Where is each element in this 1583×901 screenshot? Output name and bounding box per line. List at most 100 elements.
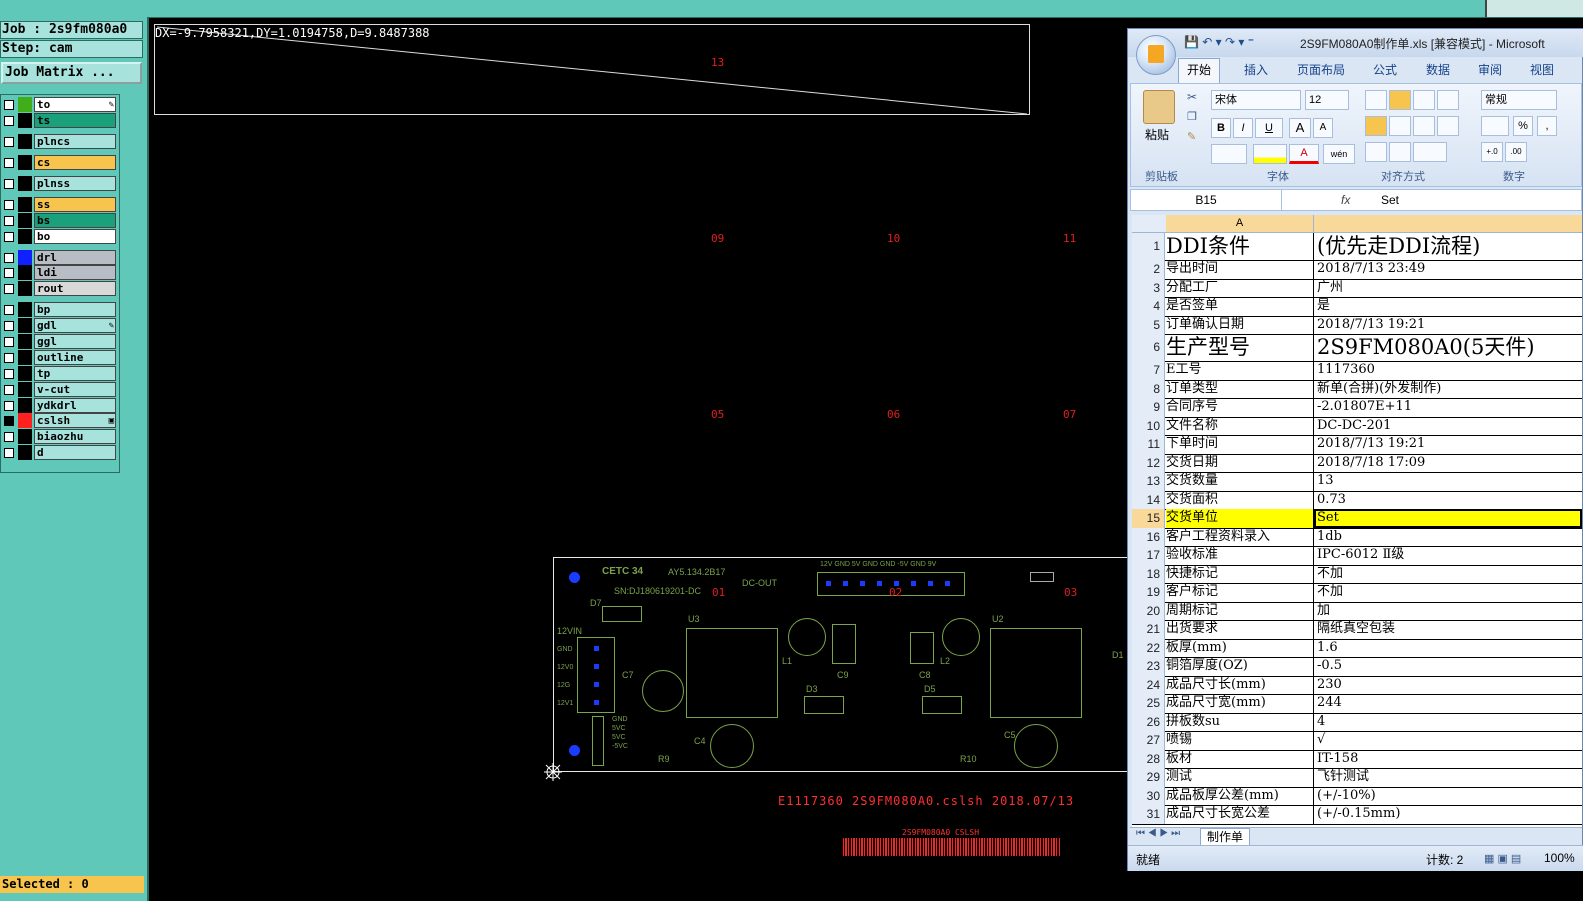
table-row[interactable]: 4 是否签单是 xyxy=(1132,297,1582,317)
tab-formulas[interactable]: 公式 xyxy=(1373,61,1397,78)
layer-name[interactable]: gdl ✎ xyxy=(34,318,116,333)
fill-color-button[interactable] xyxy=(1253,144,1287,164)
cell-b[interactable]: 飞针测试 xyxy=(1314,768,1582,787)
row-header[interactable]: 4 xyxy=(1132,297,1165,316)
layer-checkbox[interactable] xyxy=(4,268,14,278)
tab-home[interactable]: 开始 xyxy=(1178,58,1221,83)
layer-checkbox[interactable] xyxy=(4,369,14,379)
cell-a[interactable]: 交货单位 xyxy=(1166,509,1314,528)
row-header[interactable]: 1 xyxy=(1132,233,1165,260)
cell-a[interactable]: 拼板数su xyxy=(1166,712,1314,731)
cell-a[interactable]: 文件名称 xyxy=(1166,416,1314,435)
table-row[interactable]: 3 分配工厂 广州 xyxy=(1132,278,1582,298)
tab-data[interactable]: 数据 xyxy=(1426,61,1450,78)
cell-a[interactable]: 成品尺寸宽(mm) xyxy=(1166,694,1314,713)
table-row[interactable]: 12 交货日期 2018/7/18 17:09 xyxy=(1132,453,1582,473)
layer-name[interactable]: tp xyxy=(34,366,116,381)
layer-name[interactable]: drl xyxy=(34,250,116,265)
table-row[interactable]: 18 快捷标记 不加 xyxy=(1132,564,1582,584)
cell-b[interactable]: 2018/7/13 19:21 xyxy=(1314,435,1582,454)
orientation-icon[interactable] xyxy=(1413,142,1447,162)
row-header[interactable]: 14 xyxy=(1132,490,1165,509)
layer-row-biaozhu[interactable]: biaozhu xyxy=(1,429,117,444)
sheet-tab-zhizuodan[interactable]: 制作单 xyxy=(1200,828,1251,846)
underline-button[interactable]: U xyxy=(1255,118,1283,138)
table-row[interactable]: 25 成品尺寸宽(mm) 244 xyxy=(1132,694,1582,714)
row-header[interactable]: 11 xyxy=(1132,435,1165,454)
layer-color-swatch[interactable] xyxy=(18,229,32,244)
column-header-a[interactable]: A xyxy=(1166,215,1314,232)
layer-name[interactable]: bs xyxy=(34,213,116,228)
cell-b[interactable]: √ xyxy=(1314,731,1582,750)
layer-color-swatch[interactable] xyxy=(18,155,32,170)
layer-checkbox[interactable] xyxy=(4,448,14,458)
row-header[interactable]: 6 xyxy=(1132,334,1165,361)
table-row[interactable]: 16 客户工程资料录入 1db xyxy=(1132,527,1582,547)
layer-checkbox[interactable] xyxy=(4,116,14,126)
layer-checkbox[interactable] xyxy=(4,253,14,263)
layer-checkbox[interactable] xyxy=(4,284,14,294)
layer-name[interactable]: bp xyxy=(34,302,116,317)
sheet-nav-icon[interactable]: ⏮ ◀ ▶ ⏭ xyxy=(1136,828,1180,839)
cell-b[interactable]: 2S9FM080A0(5天件) xyxy=(1314,334,1582,361)
layer-color-swatch[interactable] xyxy=(18,445,32,460)
cell-b[interactable]: 2018/7/18 17:09 xyxy=(1314,454,1582,473)
layer-color-swatch[interactable] xyxy=(18,97,32,112)
cell-a[interactable]: 客户标记 xyxy=(1166,583,1314,602)
layer-checkbox[interactable] xyxy=(4,216,14,226)
table-row[interactable]: 7 E工号 1117360 xyxy=(1132,361,1582,381)
cell-b[interactable]: 2018/7/13 19:21 xyxy=(1314,316,1582,335)
paste-icon[interactable] xyxy=(1143,90,1175,124)
cell-a[interactable]: 成品尺寸长宽公差 xyxy=(1166,805,1314,824)
layer-color-swatch[interactable] xyxy=(18,197,32,212)
row-header[interactable]: 2 xyxy=(1132,260,1165,279)
cell-a[interactable]: 板材 xyxy=(1166,749,1314,768)
view-mode-icon[interactable]: ▦ ▣ ▤ xyxy=(1484,852,1521,865)
layer-name[interactable]: v-cut xyxy=(34,382,116,397)
cell-a[interactable]: 导出时间 xyxy=(1166,260,1314,279)
cell-a[interactable]: DDI条件 xyxy=(1166,233,1314,260)
layer-checkbox[interactable] xyxy=(4,137,14,147)
cell-a[interactable]: 下单时间 xyxy=(1166,435,1314,454)
table-row[interactable]: 29 测试 飞针测试 xyxy=(1132,768,1582,788)
cell-a[interactable]: 出货要求 xyxy=(1166,620,1314,639)
cell-a[interactable]: 成品板厚公差(mm) xyxy=(1166,786,1314,805)
row-header[interactable]: 9 xyxy=(1132,398,1165,417)
name-box[interactable]: B15 xyxy=(1131,190,1282,210)
cell-a[interactable]: 铜箔厚度(OZ) xyxy=(1166,657,1314,676)
cell-a[interactable]: 交货数量 xyxy=(1166,472,1314,491)
cut-icon[interactable]: ✂ xyxy=(1187,90,1197,104)
cell-b[interactable]: 加 xyxy=(1314,602,1582,621)
cell-a[interactable]: 验收标准 xyxy=(1166,546,1314,565)
layer-color-swatch[interactable] xyxy=(18,250,32,265)
layer-name[interactable]: d xyxy=(34,445,116,460)
table-row[interactable]: 26 拼板数su 4 xyxy=(1132,712,1582,732)
increase-decimal-button[interactable]: +.0 xyxy=(1481,142,1503,162)
table-row[interactable]: 1 DDI条件 (优先走DDI流程) xyxy=(1132,233,1582,261)
cell-a[interactable]: 分配工厂 xyxy=(1166,278,1314,297)
cell-b[interactable]: 244 xyxy=(1314,694,1582,713)
cell-b[interactable]: -0.5 xyxy=(1314,657,1582,676)
row-header[interactable]: 12 xyxy=(1132,453,1165,472)
table-row[interactable]: 13 交货数量 13 xyxy=(1132,472,1582,492)
table-row[interactable]: 22 板厚(mm) 1.6 xyxy=(1132,638,1582,658)
table-row[interactable]: 11 下单时间 2018/7/13 19:21 xyxy=(1132,435,1582,455)
bold-button[interactable]: B xyxy=(1211,118,1231,138)
tab-page-layout[interactable]: 页面布局 xyxy=(1297,61,1345,78)
cell-b[interactable]: 2018/7/13 23:49 xyxy=(1314,260,1582,279)
layer-checkbox[interactable] xyxy=(4,305,14,315)
cell-b[interactable]: (优先走DDI流程) xyxy=(1314,233,1582,260)
layer-color-swatch[interactable] xyxy=(18,413,32,428)
font-name-select[interactable]: 宋体 xyxy=(1211,90,1301,110)
layer-checkbox[interactable] xyxy=(4,337,14,347)
table-row[interactable]: 8 订单类型 新单(合拼)(外发制作) xyxy=(1132,379,1582,399)
zoom-level[interactable]: 100% xyxy=(1544,851,1575,865)
layer-row-bp[interactable]: bp xyxy=(1,302,117,317)
layer-checkbox[interactable] xyxy=(4,416,14,426)
table-row[interactable]: 31 成品尺寸长宽公差 (+/-0.15mm) xyxy=(1132,805,1582,825)
increase-indent-icon[interactable] xyxy=(1389,142,1411,162)
cell-b[interactable]: 13 xyxy=(1314,472,1582,491)
align-middle-icon[interactable] xyxy=(1389,90,1411,110)
layer-row-gdl[interactable]: gdl ✎ xyxy=(1,318,117,333)
layer-row-drl[interactable]: drl xyxy=(1,250,117,265)
